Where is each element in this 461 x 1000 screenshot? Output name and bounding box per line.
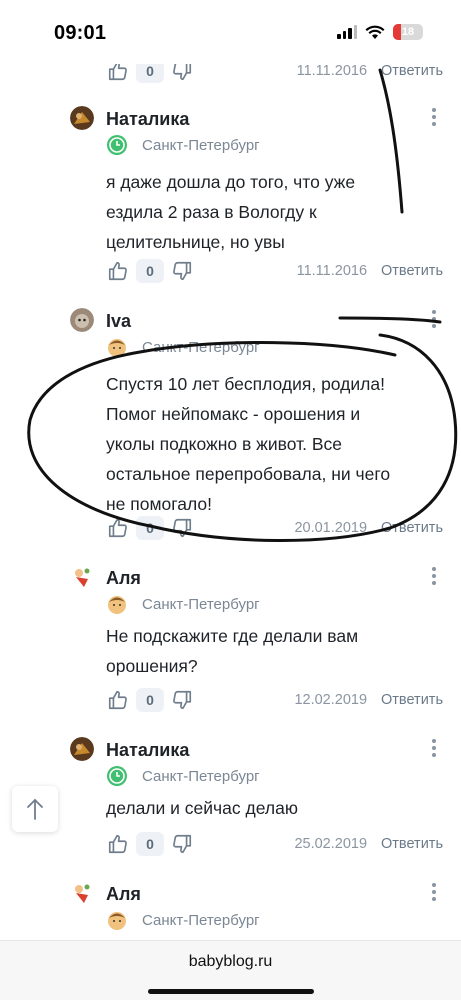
reply-link[interactable]: Ответить — [381, 692, 443, 708]
face-badge-icon — [108, 339, 126, 357]
more-vertical-icon[interactable] — [431, 108, 437, 126]
status-time: 09:01 — [54, 22, 107, 44]
comments-feed: 0 11.11.2016 Ответить Наталика Санкт-Пет… — [0, 0, 461, 940]
reply-link[interactable]: Ответить — [381, 836, 443, 852]
thumbs-down-icon[interactable] — [170, 688, 194, 712]
comment-text-line: целительнице, но увы — [106, 232, 285, 252]
comment-text: я даже дошла до того, что уже ездила 2 р… — [106, 167, 426, 257]
status-bar: 09:01 18 — [0, 0, 461, 64]
comment-actions: 0 12.02.2019 Ответить — [106, 687, 443, 713]
more-vertical-icon[interactable] — [431, 567, 437, 585]
comment-text-line: орошения? — [106, 656, 198, 676]
home-indicator[interactable] — [148, 989, 314, 994]
comment-date: 12.02.2019 — [294, 692, 368, 708]
thumbs-up-icon[interactable] — [106, 516, 130, 540]
arrow-up-icon — [27, 798, 43, 820]
status-indicators: 18 — [337, 24, 423, 40]
comment-actions: 0 25.02.2019 Ответить — [106, 831, 443, 857]
comment-text: Спустя 10 лет бесплодия, родила! Помог н… — [106, 369, 426, 519]
comment-date: 25.02.2019 — [294, 836, 368, 852]
comment-text: Не подскажите где делали вам орошения? — [106, 621, 426, 681]
clock-badge-icon — [107, 766, 127, 786]
avatar[interactable] — [70, 565, 94, 589]
face-badge-icon — [108, 596, 126, 614]
clock-badge-icon — [107, 135, 127, 155]
comment-text: делали и сейчас делаю — [106, 793, 426, 823]
comment-text-line: Не подскажите где делали вам — [106, 626, 359, 646]
url-field[interactable]: babyblog.ru — [0, 953, 461, 971]
comment-city: Санкт-Петербург — [142, 596, 260, 613]
face-badge-icon — [108, 912, 126, 930]
reply-link[interactable]: Ответить — [381, 263, 443, 279]
battery-level: 18 — [401, 26, 415, 38]
comment-actions: 0 20.01.2019 Ответить — [106, 515, 443, 541]
comment-text-line: делали и сейчас делаю — [106, 798, 298, 818]
vote-score: 0 — [136, 259, 164, 283]
avatar[interactable] — [70, 737, 94, 761]
avatar[interactable] — [70, 308, 94, 332]
comment-date: 11.11.2016 — [296, 263, 368, 279]
comment-author[interactable]: Аля — [106, 568, 141, 589]
comment-text-line: Спустя 10 лет бесплодия, родила! — [106, 374, 385, 394]
scroll-to-top-button[interactable] — [12, 786, 58, 832]
vote-score: 0 — [136, 516, 164, 540]
comment-actions: 0 11.11.2016 Ответить — [106, 258, 443, 284]
comment-author[interactable]: Наталика — [106, 109, 189, 130]
comment-author[interactable]: Аля — [106, 884, 141, 905]
comment-text-line: ездила 2 раза в Вологду к — [106, 202, 317, 222]
battery-icon: 18 — [393, 24, 423, 40]
more-vertical-icon[interactable] — [431, 310, 437, 328]
avatar[interactable] — [70, 106, 94, 130]
reply-link[interactable]: Ответить — [381, 520, 443, 536]
comment-date: 11.11.2016 — [296, 63, 368, 79]
thumbs-down-icon[interactable] — [170, 516, 194, 540]
comment-text-line: Помог нейпомакс - орошения и — [106, 404, 361, 424]
signal-icon — [337, 25, 357, 39]
vote-score: 0 — [136, 832, 164, 856]
browser-address-bar: babyblog.ru — [0, 940, 461, 1000]
more-vertical-icon[interactable] — [431, 883, 437, 901]
thumbs-up-icon[interactable] — [106, 259, 130, 283]
more-vertical-icon[interactable] — [431, 739, 437, 757]
comment-city: Санкт-Петербург — [142, 912, 260, 929]
wifi-icon — [365, 25, 385, 39]
comment-text-line: уколы подкожно в живот. Все — [106, 434, 343, 454]
comment-text-line: я даже дошла до того, что уже — [106, 172, 356, 192]
thumbs-down-icon[interactable] — [170, 259, 194, 283]
comment-text-line: остальное перепробовала, ни чего — [106, 464, 391, 484]
comment-author[interactable]: Iva — [106, 311, 131, 332]
thumbs-down-icon[interactable] — [170, 832, 194, 856]
comment-date: 20.01.2019 — [294, 520, 368, 536]
comment-city: Санкт-Петербург — [142, 137, 260, 154]
comment-author[interactable]: Наталика — [106, 740, 189, 761]
comment-city: Санкт-Петербург — [142, 768, 260, 785]
reply-link[interactable]: Ответить — [381, 63, 443, 79]
vote-score: 0 — [136, 688, 164, 712]
thumbs-up-icon[interactable] — [106, 688, 130, 712]
comment-city: Санкт-Петербург — [142, 339, 260, 356]
avatar[interactable] — [70, 881, 94, 905]
thumbs-up-icon[interactable] — [106, 832, 130, 856]
